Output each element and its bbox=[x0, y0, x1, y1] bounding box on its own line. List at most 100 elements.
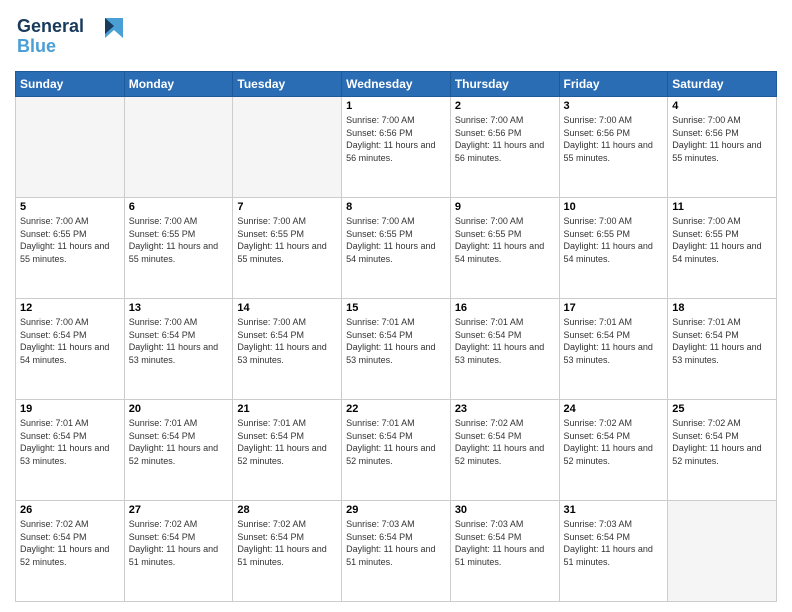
day-number: 6 bbox=[129, 201, 229, 213]
day-info: Sunrise: 7:02 AMSunset: 6:54 PMDaylight:… bbox=[129, 518, 229, 568]
day-info: Sunrise: 7:02 AMSunset: 6:54 PMDaylight:… bbox=[672, 417, 772, 467]
header: General Blue bbox=[15, 10, 777, 65]
calendar-day-cell: 7 Sunrise: 7:00 AMSunset: 6:55 PMDaylight… bbox=[233, 198, 342, 299]
day-number: 9 bbox=[455, 201, 555, 213]
calendar-day-cell: 1 Sunrise: 7:00 AMSunset: 6:56 PMDaylight… bbox=[342, 97, 451, 198]
calendar-day-cell: 12 Sunrise: 7:00 AMSunset: 6:54 PMDayligh… bbox=[16, 299, 125, 400]
day-info: Sunrise: 7:00 AMSunset: 6:56 PMDaylight:… bbox=[672, 114, 772, 164]
calendar-day-cell: 24 Sunrise: 7:02 AMSunset: 6:54 PMDayligh… bbox=[559, 400, 668, 501]
day-number: 5 bbox=[20, 201, 120, 213]
day-info: Sunrise: 7:03 AMSunset: 6:54 PMDaylight:… bbox=[346, 518, 446, 568]
calendar-day-cell: 25Sunrise: 7:02 AMSunset: 6:54 PMDayligh… bbox=[668, 400, 777, 501]
calendar-week-row: 19 Sunrise: 7:01 AMSunset: 6:54 PMDayligh… bbox=[16, 400, 777, 501]
day-number: 29 bbox=[346, 504, 446, 516]
day-info: Sunrise: 7:01 AMSunset: 6:54 PMDaylight:… bbox=[672, 316, 772, 366]
calendar-day-cell bbox=[124, 97, 233, 198]
day-number: 30 bbox=[455, 504, 555, 516]
calendar-day-cell: 19 Sunrise: 7:01 AMSunset: 6:54 PMDayligh… bbox=[16, 400, 125, 501]
day-of-week-header: Thursday bbox=[450, 72, 559, 97]
svg-text:Blue: Blue bbox=[17, 36, 56, 56]
calendar-day-cell: 27 Sunrise: 7:02 AMSunset: 6:54 PMDayligh… bbox=[124, 501, 233, 602]
day-info: Sunrise: 7:02 AMSunset: 6:54 PMDaylight:… bbox=[237, 518, 337, 568]
calendar-day-cell: 31 Sunrise: 7:03 AMSunset: 6:54 PMDayligh… bbox=[559, 501, 668, 602]
svg-text:General: General bbox=[17, 16, 84, 36]
calendar-day-cell: 4 Sunrise: 7:00 AMSunset: 6:56 PMDaylight… bbox=[668, 97, 777, 198]
day-of-week-header: Wednesday bbox=[342, 72, 451, 97]
day-number: 1 bbox=[346, 100, 446, 112]
calendar-header-row: SundayMondayTuesdayWednesdayThursdayFrid… bbox=[16, 72, 777, 97]
day-number: 12 bbox=[20, 302, 120, 314]
day-info: Sunrise: 7:01 AMSunset: 6:54 PMDaylight:… bbox=[20, 417, 120, 467]
calendar-day-cell: 8 Sunrise: 7:00 AMSunset: 6:55 PMDaylight… bbox=[342, 198, 451, 299]
calendar-week-row: 26 Sunrise: 7:02 AMSunset: 6:54 PMDayligh… bbox=[16, 501, 777, 602]
day-number: 13 bbox=[129, 302, 229, 314]
day-info: Sunrise: 7:03 AMSunset: 6:54 PMDaylight:… bbox=[564, 518, 664, 568]
calendar-day-cell: 10Sunrise: 7:00 AMSunset: 6:55 PMDayligh… bbox=[559, 198, 668, 299]
page: General Blue SundayMondayTuesdayWednesda… bbox=[0, 0, 792, 612]
calendar-day-cell: 23 Sunrise: 7:02 AMSunset: 6:54 PMDayligh… bbox=[450, 400, 559, 501]
day-info: Sunrise: 7:01 AMSunset: 6:54 PMDaylight:… bbox=[346, 417, 446, 467]
day-number: 2 bbox=[455, 100, 555, 112]
day-number: 31 bbox=[564, 504, 664, 516]
day-info: Sunrise: 7:00 AMSunset: 6:56 PMDaylight:… bbox=[455, 114, 555, 164]
day-info: Sunrise: 7:00 AMSunset: 6:54 PMDaylight:… bbox=[237, 316, 337, 366]
day-info: Sunrise: 7:00 AMSunset: 6:56 PMDaylight:… bbox=[564, 114, 664, 164]
day-number: 17 bbox=[564, 302, 664, 314]
day-info: Sunrise: 7:02 AMSunset: 6:54 PMDaylight:… bbox=[564, 417, 664, 467]
calendar-week-row: 1 Sunrise: 7:00 AMSunset: 6:56 PMDaylight… bbox=[16, 97, 777, 198]
day-info: Sunrise: 7:02 AMSunset: 6:54 PMDaylight:… bbox=[20, 518, 120, 568]
day-info: Sunrise: 7:00 AMSunset: 6:55 PMDaylight:… bbox=[672, 215, 772, 265]
day-number: 10 bbox=[564, 201, 664, 213]
day-info: Sunrise: 7:02 AMSunset: 6:54 PMDaylight:… bbox=[455, 417, 555, 467]
calendar-day-cell: 2 Sunrise: 7:00 AMSunset: 6:56 PMDaylight… bbox=[450, 97, 559, 198]
day-of-week-header: Monday bbox=[124, 72, 233, 97]
calendar-day-cell: 29 Sunrise: 7:03 AMSunset: 6:54 PMDayligh… bbox=[342, 501, 451, 602]
day-info: Sunrise: 7:01 AMSunset: 6:54 PMDaylight:… bbox=[564, 316, 664, 366]
day-number: 27 bbox=[129, 504, 229, 516]
day-number: 22 bbox=[346, 403, 446, 415]
day-info: Sunrise: 7:00 AMSunset: 6:56 PMDaylight:… bbox=[346, 114, 446, 164]
calendar-table: SundayMondayTuesdayWednesdayThursdayFrid… bbox=[15, 71, 777, 602]
day-number: 21 bbox=[237, 403, 337, 415]
calendar-day-cell: 6 Sunrise: 7:00 AMSunset: 6:55 PMDaylight… bbox=[124, 198, 233, 299]
day-info: Sunrise: 7:00 AMSunset: 6:55 PMDaylight:… bbox=[237, 215, 337, 265]
calendar-day-cell: 3 Sunrise: 7:00 AMSunset: 6:56 PMDaylight… bbox=[559, 97, 668, 198]
day-number: 15 bbox=[346, 302, 446, 314]
calendar-day-cell: 15Sunrise: 7:01 AMSunset: 6:54 PMDayligh… bbox=[342, 299, 451, 400]
day-number: 14 bbox=[237, 302, 337, 314]
day-number: 3 bbox=[564, 100, 664, 112]
day-info: Sunrise: 7:00 AMSunset: 6:55 PMDaylight:… bbox=[129, 215, 229, 265]
day-number: 20 bbox=[129, 403, 229, 415]
day-number: 18 bbox=[672, 302, 772, 314]
calendar-day-cell bbox=[16, 97, 125, 198]
day-number: 23 bbox=[455, 403, 555, 415]
calendar-day-cell: 18 Sunrise: 7:01 AMSunset: 6:54 PMDayligh… bbox=[668, 299, 777, 400]
day-number: 26 bbox=[20, 504, 120, 516]
calendar-day-cell: 26 Sunrise: 7:02 AMSunset: 6:54 PMDayligh… bbox=[16, 501, 125, 602]
calendar-week-row: 5 Sunrise: 7:00 AMSunset: 6:55 PMDaylight… bbox=[16, 198, 777, 299]
calendar-day-cell bbox=[233, 97, 342, 198]
day-number: 16 bbox=[455, 302, 555, 314]
day-info: Sunrise: 7:03 AMSunset: 6:54 PMDaylight:… bbox=[455, 518, 555, 568]
day-info: Sunrise: 7:00 AMSunset: 6:55 PMDaylight:… bbox=[20, 215, 120, 265]
calendar-day-cell: 21Sunrise: 7:01 AMSunset: 6:54 PMDayligh… bbox=[233, 400, 342, 501]
calendar-day-cell: 17 Sunrise: 7:01 AMSunset: 6:54 PMDayligh… bbox=[559, 299, 668, 400]
day-number: 4 bbox=[672, 100, 772, 112]
day-number: 19 bbox=[20, 403, 120, 415]
day-of-week-header: Saturday bbox=[668, 72, 777, 97]
calendar-day-cell: 9Sunrise: 7:00 AMSunset: 6:55 PMDaylight… bbox=[450, 198, 559, 299]
day-of-week-header: Tuesday bbox=[233, 72, 342, 97]
calendar-day-cell bbox=[668, 501, 777, 602]
day-info: Sunrise: 7:00 AMSunset: 6:54 PMDaylight:… bbox=[129, 316, 229, 366]
day-info: Sunrise: 7:00 AMSunset: 6:55 PMDaylight:… bbox=[346, 215, 446, 265]
day-number: 24 bbox=[564, 403, 664, 415]
calendar-day-cell: 11 Sunrise: 7:00 AMSunset: 6:55 PMDayligh… bbox=[668, 198, 777, 299]
calendar-week-row: 12 Sunrise: 7:00 AMSunset: 6:54 PMDayligh… bbox=[16, 299, 777, 400]
day-info: Sunrise: 7:00 AMSunset: 6:54 PMDaylight:… bbox=[20, 316, 120, 366]
calendar-day-cell: 28Sunrise: 7:02 AMSunset: 6:54 PMDayligh… bbox=[233, 501, 342, 602]
calendar-day-cell: 22 Sunrise: 7:01 AMSunset: 6:54 PMDayligh… bbox=[342, 400, 451, 501]
day-number: 8 bbox=[346, 201, 446, 213]
day-number: 11 bbox=[672, 201, 772, 213]
day-number: 7 bbox=[237, 201, 337, 213]
day-info: Sunrise: 7:01 AMSunset: 6:54 PMDaylight:… bbox=[455, 316, 555, 366]
